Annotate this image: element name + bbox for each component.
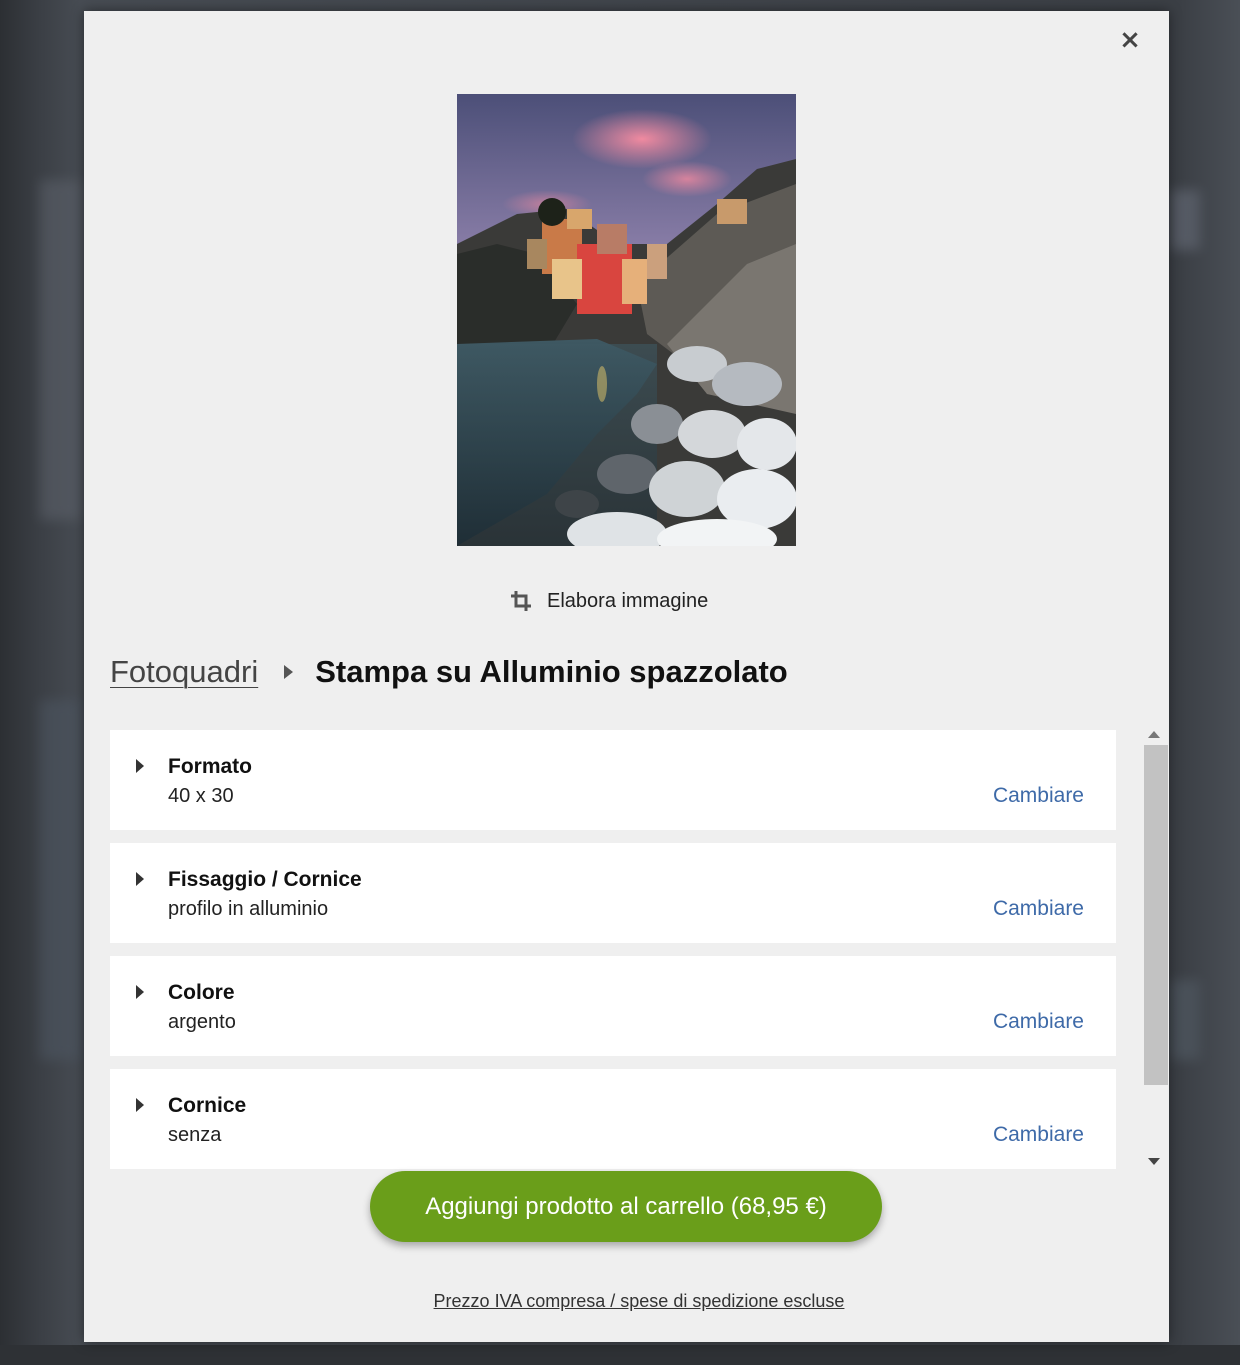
caret-right-icon bbox=[136, 985, 144, 999]
caret-right-icon bbox=[136, 759, 144, 773]
option-fissaggio[interactable]: Fissaggio / Cornice profilo in alluminio… bbox=[110, 843, 1116, 943]
caret-right-icon bbox=[136, 872, 144, 886]
option-title: Formato bbox=[168, 755, 252, 778]
coastal-village-photo bbox=[457, 94, 796, 546]
scroll-down-icon[interactable] bbox=[1148, 1158, 1160, 1165]
option-title: Colore bbox=[168, 981, 235, 1004]
option-title: Fissaggio / Cornice bbox=[168, 868, 362, 891]
option-value: profilo in alluminio bbox=[168, 898, 329, 920]
option-formato[interactable]: Formato 40 x 30 Cambiare bbox=[110, 730, 1116, 830]
option-value: 40 x 30 bbox=[168, 785, 234, 807]
close-icon[interactable]: × bbox=[1117, 27, 1143, 53]
edit-image-link[interactable]: Elabora immagine bbox=[509, 586, 708, 616]
option-colore[interactable]: Colore argento Cambiare bbox=[110, 956, 1116, 1056]
crop-icon bbox=[511, 591, 531, 611]
edit-image-label: Elabora immagine bbox=[547, 589, 709, 612]
option-value: senza bbox=[168, 1124, 222, 1146]
breadcrumb-parent-link[interactable]: Fotoquadri bbox=[110, 654, 258, 690]
scroll-up-icon[interactable] bbox=[1148, 731, 1160, 738]
change-link[interactable]: Cambiare bbox=[993, 784, 1084, 808]
change-link[interactable]: Cambiare bbox=[993, 1123, 1084, 1147]
options-scrollbar[interactable] bbox=[1143, 727, 1168, 1169]
change-link[interactable]: Cambiare bbox=[993, 897, 1084, 921]
scroll-thumb[interactable] bbox=[1144, 745, 1168, 1085]
change-link[interactable]: Cambiare bbox=[993, 1010, 1084, 1034]
caret-right-icon bbox=[136, 1098, 144, 1112]
add-to-cart-button[interactable]: Aggiungi prodotto al carrello (68,95 €) bbox=[370, 1171, 882, 1242]
caret-right-icon bbox=[284, 665, 294, 679]
price-note-link[interactable]: Prezzo IVA compresa / spese di spedizion… bbox=[434, 1291, 845, 1311]
breadcrumb: Fotoquadri Stampa su Alluminio spazzolat… bbox=[110, 649, 788, 695]
option-cornice[interactable]: Cornice senza Cambiare bbox=[110, 1069, 1116, 1169]
product-config-modal: × Elabora immagine Fotoquadri Stampa su … bbox=[84, 11, 1169, 1342]
page-title: Stampa su Alluminio spazzolato bbox=[315, 654, 788, 689]
product-image-preview bbox=[457, 94, 796, 546]
option-value: argento bbox=[168, 1011, 236, 1033]
price-note: Prezzo IVA compresa / spese di spedizion… bbox=[84, 1291, 1194, 1312]
options-list: Formato 40 x 30 Cambiare Fissaggio / Cor… bbox=[110, 730, 1116, 1170]
option-title: Cornice bbox=[168, 1094, 247, 1117]
